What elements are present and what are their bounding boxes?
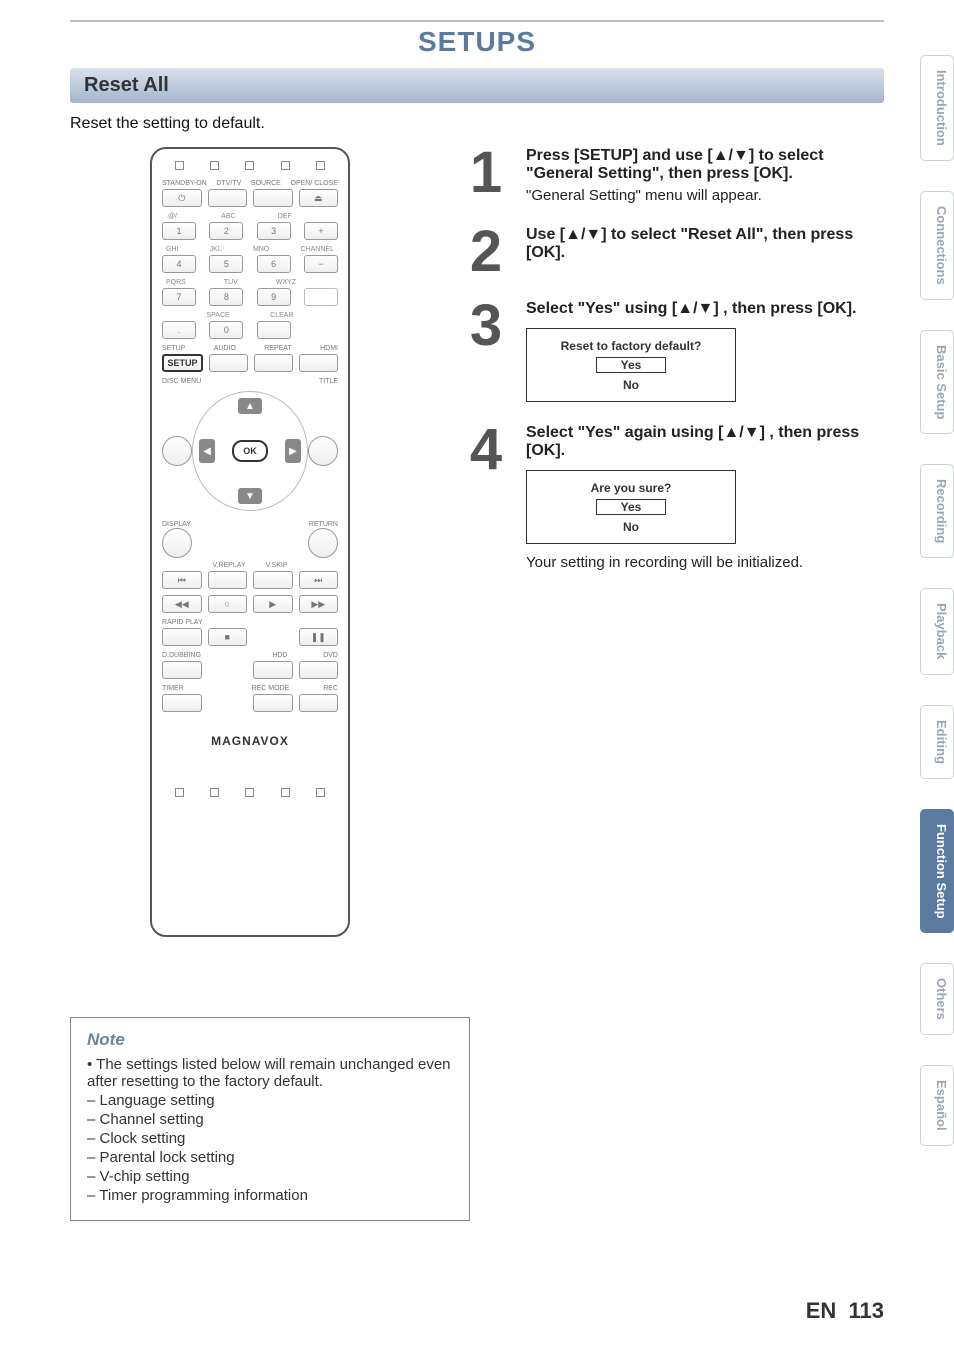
brand-logo: MAGNAVOX: [162, 734, 338, 748]
note-item: Channel setting: [87, 1111, 453, 1128]
step-number: 2: [460, 226, 512, 278]
key-8: 8: [209, 288, 243, 306]
open-close-button: ⏏: [299, 189, 339, 207]
channel-up: +: [304, 222, 338, 240]
step-4: 4 Select "Yes" again using [▲/▼] , then …: [460, 424, 884, 571]
note-item: Language setting: [87, 1092, 453, 1109]
tab-others[interactable]: Others: [920, 963, 954, 1035]
nav-right-icon: ▶: [285, 439, 301, 463]
audio-button: [209, 354, 248, 372]
intro-text: Reset the setting to default.: [70, 115, 884, 133]
recmode-button: [253, 694, 293, 712]
note-item: Clock setting: [87, 1130, 453, 1147]
remote-illustration: STANDBY-ON DTV/TV SOURCE OPEN/ CLOSE ⏻ ⏏…: [150, 147, 350, 937]
step-number: 4: [460, 424, 512, 571]
prev-button: ⏮: [162, 571, 202, 589]
dialog-reset: Reset to factory default? Yes No: [526, 328, 736, 402]
page-title: SETUPS: [70, 26, 884, 58]
dialog-title: Reset to factory default?: [535, 339, 727, 353]
return-button: [308, 528, 338, 558]
title-button: [308, 436, 338, 466]
tab-connections[interactable]: Connections: [920, 191, 954, 300]
ok-button: OK: [232, 440, 268, 462]
nav-left-icon: ◀: [199, 439, 215, 463]
dialog-option-yes: Yes: [596, 357, 666, 373]
stop-button: ■: [208, 628, 248, 646]
key-5: 5: [209, 255, 243, 273]
rew-button: ◀◀: [162, 595, 202, 613]
note-item: Parental lock setting: [87, 1149, 453, 1166]
dialog-title: Are you sure?: [535, 481, 727, 495]
rapid-play-button: [162, 628, 202, 646]
play-button: ▶: [253, 595, 293, 613]
hdd-button: [253, 661, 293, 679]
step-4-bold: Select "Yes" again using [▲/▼] , then pr…: [526, 424, 859, 459]
step-2: 2 Use [▲/▼] to select "Reset All", then …: [460, 226, 884, 278]
note-heading: Note: [87, 1030, 453, 1050]
note-box: Note The settings listed below will rema…: [70, 1017, 470, 1221]
setup-button: SETUP: [162, 354, 203, 372]
tab-basic-setup[interactable]: Basic Setup: [920, 330, 954, 434]
dtv-tv-button: [208, 189, 248, 207]
key-3: 3: [257, 222, 291, 240]
vskip-button: [253, 571, 293, 589]
tab-espanol[interactable]: Español: [920, 1065, 954, 1146]
section-heading: Reset All: [70, 68, 884, 103]
ddubbing-button: [162, 661, 202, 679]
tab-introduction[interactable]: Introduction: [920, 55, 954, 161]
step-number: 3: [460, 300, 512, 402]
source-button: [253, 189, 293, 207]
standby-button: ⏻: [162, 189, 202, 207]
lang-code: EN: [806, 1298, 837, 1323]
disc-menu-button: [162, 436, 192, 466]
rec-dot-button: ○: [208, 595, 248, 613]
step-1-bold: Press [SETUP] and use [▲/▼] to select "G…: [526, 147, 824, 182]
repeat-button: [254, 354, 293, 372]
key-1: 1: [162, 222, 196, 240]
step-3-bold: Select "Yes" using [▲/▼] , then press [O…: [526, 300, 856, 317]
rec-button: [299, 694, 339, 712]
tab-editing[interactable]: Editing: [920, 705, 954, 779]
page-number: 113: [849, 1298, 885, 1323]
timer-button: [162, 694, 202, 712]
key-2: 2: [209, 222, 243, 240]
dialog-option-no: No: [596, 377, 666, 393]
step-4-sub: Your setting in recording will be initia…: [526, 554, 884, 571]
step-1-sub: "General Setting" menu will appear.: [526, 187, 884, 204]
nav-down-icon: ▼: [238, 488, 262, 504]
display-button: [162, 528, 192, 558]
tab-recording[interactable]: Recording: [920, 464, 954, 558]
vreplay-button: [208, 571, 248, 589]
note-item: Timer programming information: [87, 1187, 453, 1204]
note-intro: The settings listed below will remain un…: [87, 1056, 453, 1090]
page-footer: EN 113: [806, 1298, 884, 1324]
dialog-confirm: Are you sure? Yes No: [526, 470, 736, 544]
ff-button: ▶▶: [299, 595, 339, 613]
step-1: 1 Press [SETUP] and use [▲/▼] to select …: [460, 147, 884, 204]
step-number: 1: [460, 147, 512, 204]
tab-function-setup[interactable]: Function Setup: [920, 809, 954, 934]
step-3: 3 Select "Yes" using [▲/▼] , then press …: [460, 300, 884, 402]
key-7: 7: [162, 288, 196, 306]
hdmi-button: [299, 354, 338, 372]
note-item: V-chip setting: [87, 1168, 453, 1185]
step-2-bold: Use [▲/▼] to select "Reset All", then pr…: [526, 226, 853, 261]
dialog-option-no: No: [596, 519, 666, 535]
dvd-button: [299, 661, 339, 679]
channel-down: −: [304, 255, 338, 273]
nav-up-icon: ▲: [238, 398, 262, 414]
next-button: ⏭: [299, 571, 339, 589]
key-0: 0: [209, 321, 243, 339]
pause-button: ❚❚: [299, 628, 339, 646]
side-tabs: Introduction Connections Basic Setup Rec…: [920, 55, 954, 1146]
key-6: 6: [257, 255, 291, 273]
nav-pad: ▲ ▼ ◀ ▶ OK: [192, 391, 308, 511]
key-clear: [257, 321, 291, 339]
key-dot: .: [162, 321, 196, 339]
key-4: 4: [162, 255, 196, 273]
key-9: 9: [257, 288, 291, 306]
dialog-option-yes: Yes: [596, 499, 666, 515]
tab-playback[interactable]: Playback: [920, 588, 954, 674]
